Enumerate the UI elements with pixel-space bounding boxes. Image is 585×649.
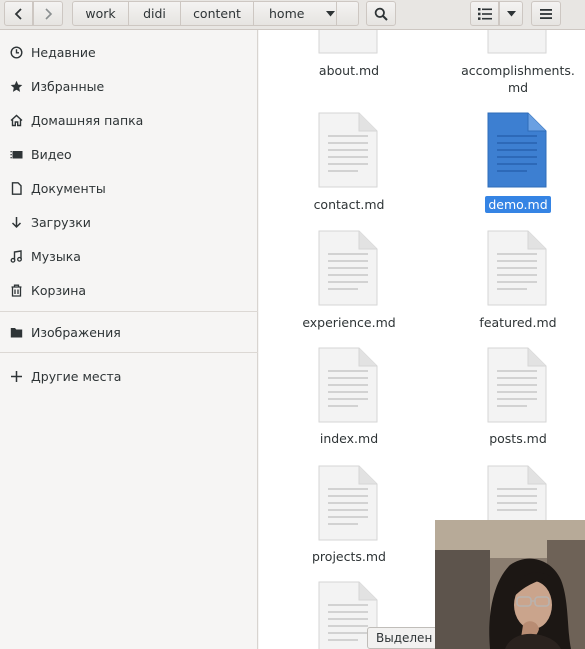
- trash-icon: [9, 283, 23, 297]
- breadcrumb-didi[interactable]: didi: [129, 1, 181, 26]
- list-view-icon: [477, 7, 492, 20]
- file-name: featured.md: [479, 315, 557, 330]
- header-bar: work didi content home: [0, 0, 585, 30]
- file-item[interactable]: accomplishments. md: [443, 30, 585, 100]
- file-item[interactable]: about.md: [274, 30, 424, 100]
- music-icon: [9, 249, 23, 263]
- chevron-right-icon: [45, 7, 53, 20]
- sidebar-item-downloads[interactable]: Загрузки: [0, 209, 258, 235]
- sidebar-item-label: Музыка: [31, 248, 81, 264]
- text-file-icon: [318, 30, 378, 54]
- sidebar: Недавние Избранные Домашняя папка Видео …: [0, 30, 258, 649]
- sidebar-item-videos[interactable]: Видео: [0, 141, 258, 167]
- file-item[interactable]: index.md: [274, 347, 424, 452]
- back-button[interactable]: [4, 1, 33, 26]
- sidebar-item-music[interactable]: Музыка: [0, 243, 258, 269]
- file-item[interactable]: featured.md: [443, 230, 585, 335]
- file-item[interactable]: projects.md: [274, 465, 424, 570]
- sidebar-separator: [0, 311, 258, 312]
- view-mode-button[interactable]: [470, 1, 499, 26]
- sidebar-item-label: Корзина: [31, 282, 87, 298]
- sidebar-item-label: Домашняя папка: [31, 112, 144, 128]
- file-item[interactable]: posts.md: [443, 347, 585, 452]
- status-text: Выделен «: [376, 631, 444, 645]
- view-options-button[interactable]: [499, 1, 523, 26]
- sidebar-item-label: Недавние: [31, 44, 96, 60]
- sidebar-item-label: Другие места: [31, 368, 122, 384]
- sidebar-item-pictures[interactable]: Изображения: [0, 319, 258, 345]
- file-name: index.md: [319, 431, 379, 446]
- file-name: posts.md: [489, 431, 547, 446]
- sidebar-item-home[interactable]: Домашняя папка: [0, 107, 258, 133]
- hamburger-menu-icon: [540, 8, 552, 19]
- sidebar-item-label: Избранные: [31, 78, 105, 94]
- video-icon: [9, 147, 23, 161]
- forward-button[interactable]: [33, 1, 63, 26]
- sidebar-item-starred[interactable]: Избранные: [0, 73, 258, 99]
- breadcrumb-label: work: [85, 6, 116, 21]
- sidebar-item-label: Видео: [31, 146, 72, 162]
- webcam-person-image: [435, 520, 585, 649]
- sidebar-item-label: Документы: [31, 180, 106, 196]
- breadcrumb-home[interactable]: home: [254, 1, 337, 26]
- sidebar-item-label: Изображения: [31, 324, 121, 340]
- breadcrumb-label: didi: [143, 6, 166, 21]
- file-item-selected[interactable]: demo.md: [443, 112, 585, 217]
- search-icon: [374, 7, 388, 21]
- sidebar-item-documents[interactable]: Документы: [0, 175, 258, 201]
- sidebar-separator: [0, 352, 258, 353]
- triangle-down-icon: [506, 10, 516, 16]
- file-item[interactable]: contact.md: [274, 112, 424, 217]
- sidebar-item-other-locations[interactable]: Другие места: [0, 363, 258, 389]
- file-name: about.md: [318, 63, 380, 78]
- file-name: contact.md: [313, 197, 385, 212]
- main-menu-button[interactable]: [531, 1, 561, 26]
- text-file-icon: [318, 465, 378, 541]
- file-name-line2: md: [507, 80, 529, 95]
- webcam-overlay: [435, 520, 585, 649]
- home-icon: [9, 113, 23, 127]
- folder-icon: [9, 325, 23, 339]
- sidebar-item-label: Загрузки: [31, 214, 91, 230]
- sidebar-item-trash[interactable]: Корзина: [0, 277, 258, 303]
- sidebar-item-recent[interactable]: Недавние: [0, 39, 258, 65]
- download-icon: [9, 215, 23, 229]
- breadcrumb-work[interactable]: work: [72, 1, 129, 26]
- text-file-icon: [487, 112, 547, 188]
- text-file-icon: [318, 230, 378, 306]
- text-file-icon: [318, 112, 378, 188]
- triangle-down-icon: [326, 10, 336, 16]
- chevron-left-icon: [14, 7, 22, 20]
- text-file-icon: [318, 347, 378, 423]
- clock-icon: [9, 45, 23, 59]
- file-name: experience.md: [302, 315, 396, 330]
- file-name: accomplishments.: [461, 63, 575, 78]
- text-file-icon: [487, 347, 547, 423]
- breadcrumb-label: content: [193, 6, 241, 21]
- breadcrumb-label: home: [269, 6, 305, 21]
- file-name: demo.md: [485, 196, 551, 213]
- search-button[interactable]: [366, 1, 396, 26]
- file-item[interactable]: experience.md: [274, 230, 424, 335]
- text-file-icon: [487, 30, 547, 54]
- plus-icon: [9, 369, 23, 383]
- file-name: projects.md: [312, 549, 386, 564]
- breadcrumb-content[interactable]: content: [181, 1, 254, 26]
- breadcrumb-trailing-segment[interactable]: [337, 1, 359, 26]
- text-file-icon: [487, 230, 547, 306]
- document-icon: [9, 181, 23, 195]
- star-icon: [9, 79, 23, 93]
